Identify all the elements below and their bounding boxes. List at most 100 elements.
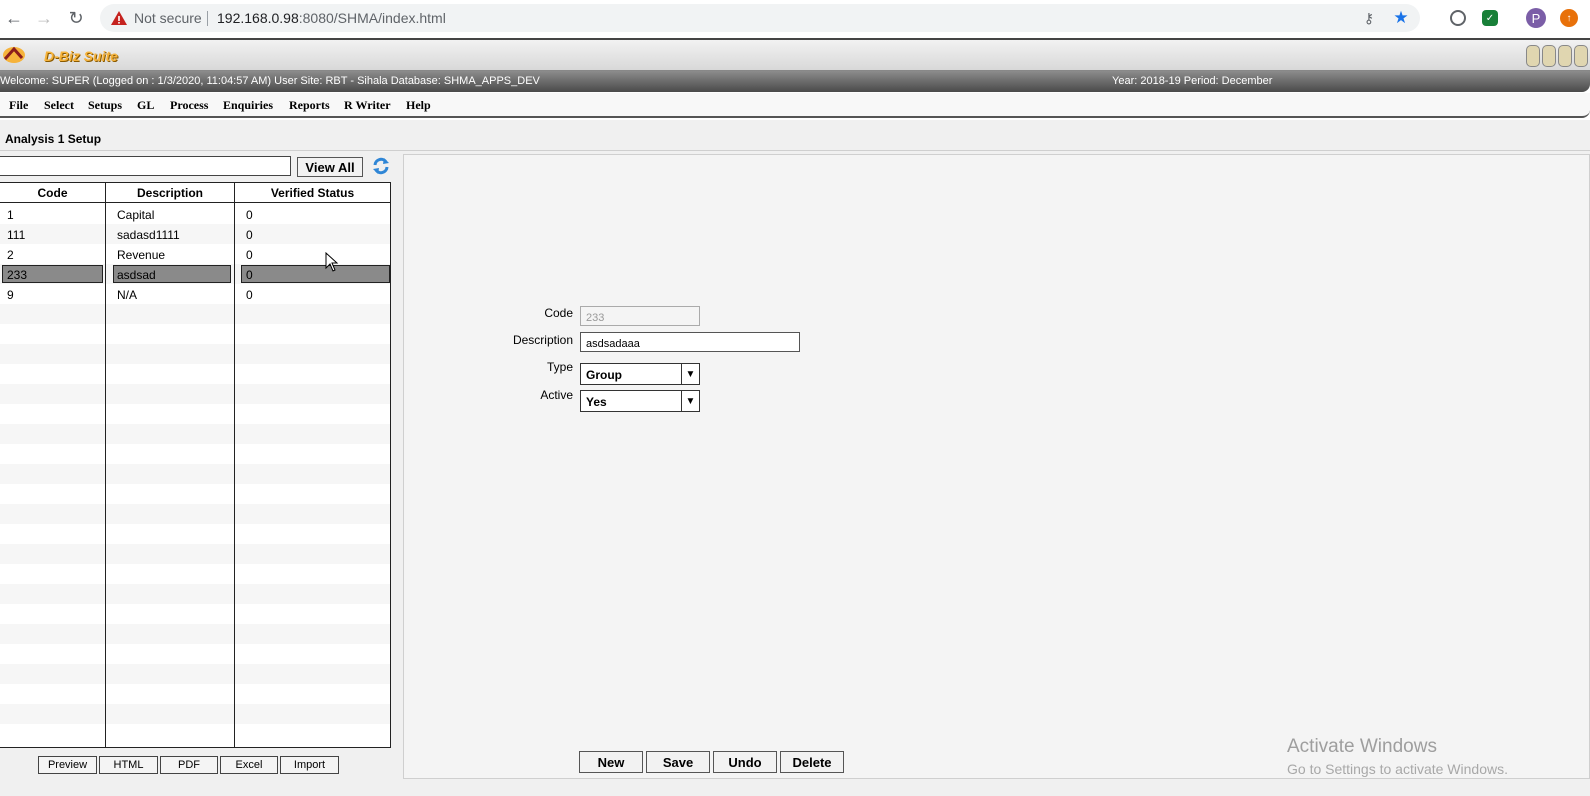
new-button[interactable]: New <box>579 751 643 773</box>
import-button[interactable]: Import <box>280 756 339 774</box>
empty-table-row <box>0 644 390 664</box>
reload-icon[interactable]: ↻ <box>64 6 88 30</box>
menu-gl[interactable]: GL <box>137 98 154 113</box>
home-icon[interactable] <box>1526 45 1540 67</box>
empty-table-row <box>0 424 390 444</box>
url-path: :8080/SHMA/index.html <box>298 10 446 26</box>
code-label: Code <box>544 306 573 320</box>
empty-table-row <box>0 364 390 384</box>
menu-enquiries[interactable]: Enquiries <box>223 98 273 113</box>
pdf-export-button[interactable]: PDF <box>160 756 218 774</box>
cell-verified-status: 0 <box>246 248 253 262</box>
active-select[interactable]: Yes ▼ <box>580 390 700 412</box>
cell-verified-status: 0 <box>246 208 253 222</box>
menu-file[interactable]: File <box>9 98 28 113</box>
update-icon[interactable]: ↑ <box>1560 9 1578 27</box>
column-header-description[interactable]: Description <box>106 186 234 200</box>
empty-table-row <box>0 304 390 324</box>
help-icon[interactable] <box>1542 45 1556 67</box>
star-icon[interactable]: ★ <box>1392 8 1410 27</box>
key-icon[interactable]: ⚷ <box>1360 9 1378 27</box>
menu-r-writer[interactable]: R Writer <box>344 98 391 113</box>
table-row[interactable]: 1 Capital 0 <box>0 204 390 224</box>
page-title: Analysis 1 Setup <box>5 132 102 146</box>
empty-table-row <box>0 524 390 544</box>
empty-table-row <box>0 504 390 524</box>
app-logo-text: D-Biz Suite <box>44 48 118 64</box>
grid-header: Code Description Verified Status <box>0 183 390 203</box>
cell-description: Revenue <box>117 248 166 262</box>
menu-help[interactable]: Help <box>406 98 431 113</box>
menu-reports[interactable]: Reports <box>289 98 330 113</box>
column-header-verified-status[interactable]: Verified Status <box>235 186 390 200</box>
empty-table-row <box>0 324 390 344</box>
cell-code: 9 <box>7 288 14 302</box>
back-arrow-icon[interactable]: ← <box>2 6 26 30</box>
cell-description: sadasd1111 <box>117 228 180 242</box>
extension-icon[interactable] <box>1450 10 1466 26</box>
address-bar[interactable]: Not secure 192.168.0.98:8080/SHMA/index.… <box>100 4 1420 32</box>
lock-icon[interactable] <box>1558 45 1572 67</box>
type-select[interactable]: Group ▼ <box>580 363 700 385</box>
year-period-text: Year: 2018-19 Period: December <box>1112 75 1273 87</box>
table-row[interactable]: 111 sadasd1111 0 <box>0 224 390 244</box>
view-all-button[interactable]: View All <box>297 157 363 177</box>
empty-table-row <box>0 484 390 504</box>
app-header: D-Biz Suite <box>0 38 1590 71</box>
logout-icon[interactable] <box>1574 45 1588 67</box>
cell-verified-status: 0 <box>246 288 253 302</box>
type-label: Type <box>546 360 573 374</box>
undo-button[interactable]: Undo <box>713 751 777 773</box>
menu-setups[interactable]: Setups <box>88 98 122 113</box>
description-label: Description <box>512 333 573 347</box>
type-select-value: Group <box>586 368 622 382</box>
forward-arrow-icon[interactable]: → <box>32 6 56 30</box>
session-status-bar: Welcome: SUPER (Logged on : 1/3/2020, 11… <box>0 71 1590 92</box>
column-divider <box>234 183 235 747</box>
empty-table-row <box>0 624 390 644</box>
url-text[interactable]: 192.168.0.98:8080/SHMA/index.html <box>217 10 446 26</box>
content-area: Analysis 1 Setup View All Code Descripti… <box>0 120 1590 796</box>
divider <box>207 11 208 26</box>
empty-table-row <box>0 664 390 684</box>
empty-table-row <box>0 604 390 624</box>
header-tools <box>1526 45 1588 69</box>
dropdown-arrow-icon[interactable]: ▼ <box>681 391 699 411</box>
dropdown-arrow-icon[interactable]: ▼ <box>681 364 699 384</box>
html-export-button[interactable]: HTML <box>99 756 158 774</box>
refresh-icon[interactable] <box>371 156 391 176</box>
detail-panel <box>403 154 1590 779</box>
save-button[interactable]: Save <box>646 751 710 773</box>
menu-process[interactable]: Process <box>170 98 208 113</box>
column-divider <box>105 183 106 747</box>
column-header-code[interactable]: Code <box>0 186 105 200</box>
search-input[interactable] <box>0 156 291 176</box>
mouse-cursor-icon <box>325 252 339 272</box>
table-row[interactable]: 9 N/A 0 <box>0 284 390 304</box>
divider <box>0 150 1590 151</box>
preview-button[interactable]: Preview <box>38 756 97 774</box>
cell-verified-status: 0 <box>246 268 253 282</box>
code-field <box>580 306 700 326</box>
main-menu: File Select Setups GL Process Enquiries … <box>0 93 1590 118</box>
activation-watermark-subtitle: Go to Settings to activate Windows. <box>1287 761 1508 777</box>
empty-table-row <box>0 584 390 604</box>
shield-extension-icon[interactable]: ✓ <box>1482 10 1498 26</box>
warning-icon <box>111 11 127 25</box>
cell-description: N/A <box>117 288 138 302</box>
empty-table-row <box>0 724 390 744</box>
empty-table-row <box>0 344 390 364</box>
empty-table-row <box>0 704 390 724</box>
browser-toolbar: ← → ↻ Not secure 192.168.0.98:8080/SHMA/… <box>0 0 1590 36</box>
company-logo-icon <box>3 46 25 63</box>
activation-watermark-title: Activate Windows <box>1287 736 1437 757</box>
menu-select[interactable]: Select <box>44 98 74 113</box>
excel-export-button[interactable]: Excel <box>220 756 278 774</box>
cell-code: 233 <box>7 268 28 282</box>
empty-table-row <box>0 384 390 404</box>
empty-table-row <box>0 464 390 484</box>
description-field[interactable] <box>580 332 800 352</box>
delete-button[interactable]: Delete <box>780 751 844 773</box>
cell-description: asdsad <box>117 268 156 282</box>
profile-avatar[interactable]: P <box>1526 8 1546 28</box>
